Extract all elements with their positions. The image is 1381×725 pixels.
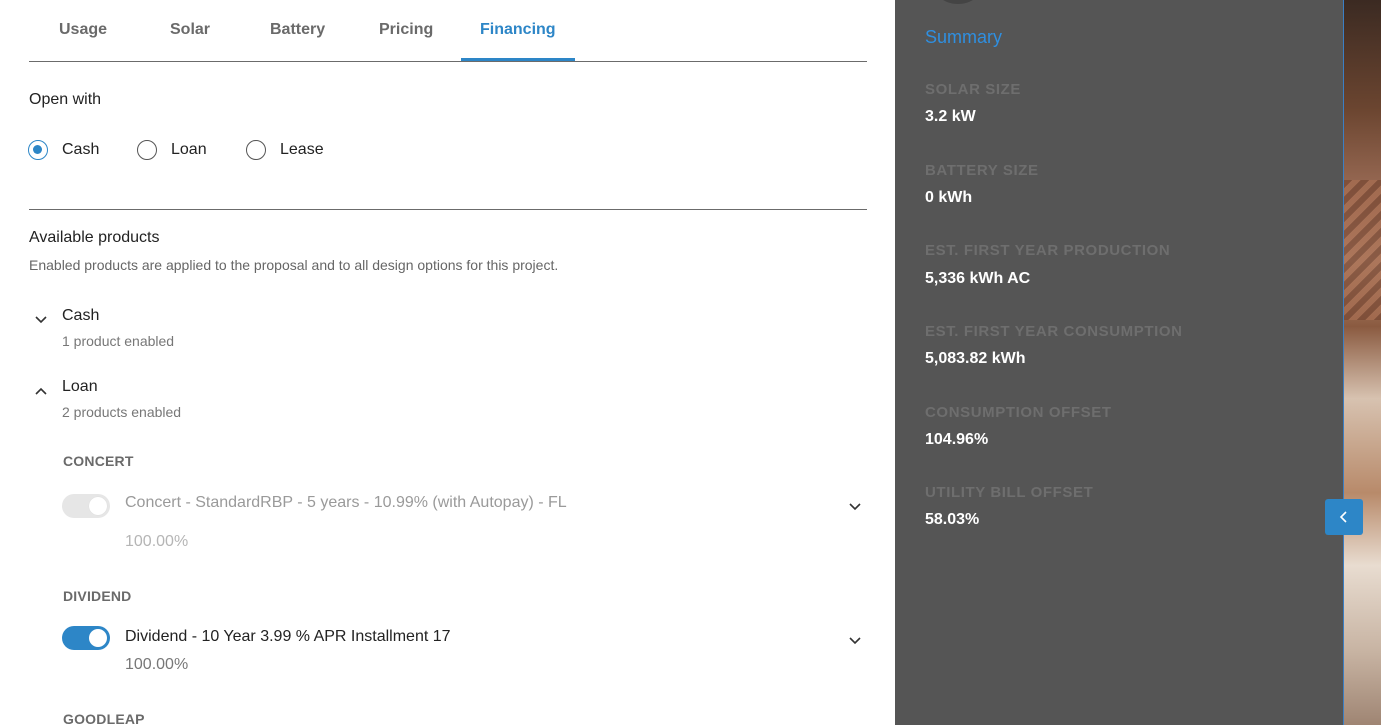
section-divider [29, 209, 867, 210]
provider-dividend-heading: DIVIDEND [63, 588, 132, 604]
available-products-subtitle: Enabled products are applied to the prop… [29, 257, 559, 273]
summary-label-bill-offset: UTILITY BILL OFFSET [925, 484, 1094, 501]
chevron-up-icon[interactable] [34, 384, 48, 398]
group-cash-label[interactable]: Cash [62, 307, 99, 325]
radio-cash-label[interactable]: Cash [62, 141, 99, 159]
radio-loan-indicator[interactable] [137, 140, 157, 160]
concert-product-percent: 100.00% [125, 533, 189, 550]
group-loan-count: 2 products enabled [62, 404, 182, 420]
summary-label-solar-size: SOLAR SIZE [925, 81, 1022, 98]
radio-cash-indicator[interactable] [28, 140, 48, 160]
summary-label-battery-size: BATTERY SIZE [925, 162, 1039, 179]
tab-usage[interactable]: Usage [59, 21, 107, 39]
summary-value-solar-size: 3.2 kW [925, 108, 976, 125]
dividend-product-percent: 100.00% [125, 656, 189, 673]
summary-label-production: EST. FIRST YEAR PRODUCTION [925, 242, 1171, 259]
radio-loan[interactable]: Loan [137, 140, 207, 160]
roof-texture [1344, 180, 1381, 320]
avatar [928, 0, 988, 4]
summary-value-bill-offset: 58.03% [925, 511, 980, 528]
radio-loan-label[interactable]: Loan [171, 141, 207, 159]
chevron-down-icon[interactable] [847, 498, 863, 514]
active-tab-indicator [461, 58, 575, 61]
summary-label-consumption: EST. FIRST YEAR CONSUMPTION [925, 323, 1183, 340]
chevron-down-icon[interactable] [847, 632, 863, 648]
radio-cash[interactable]: Cash [28, 140, 99, 160]
tab-pricing[interactable]: Pricing [379, 21, 433, 39]
concert-product-name: Concert - StandardRBP - 5 years - 10.99%… [125, 494, 567, 511]
toggle-knob [89, 629, 107, 647]
summary-value-consumption-offset: 104.96% [925, 431, 989, 448]
radio-lease-label[interactable]: Lease [280, 141, 324, 159]
concert-product-toggle[interactable] [62, 494, 110, 518]
tab-solar[interactable]: Solar [170, 21, 210, 39]
provider-goodleap-heading: GOODLEAP [63, 711, 145, 725]
radio-lease[interactable]: Lease [246, 140, 324, 160]
summary-label-consumption-offset: CONSUMPTION OFFSET [925, 404, 1112, 421]
group-cash-count: 1 product enabled [62, 333, 175, 349]
chevron-down-icon[interactable] [34, 313, 48, 327]
summary-panel: Summary SOLAR SIZE 3.2 kW BATTERY SIZE 0… [895, 0, 1344, 725]
financing-panel: Usage Solar Battery Pricing Financing Op… [0, 0, 895, 725]
radio-lease-indicator[interactable] [246, 140, 266, 160]
collapse-summary-button[interactable] [1325, 499, 1363, 535]
summary-value-battery-size: 0 kWh [925, 189, 973, 206]
chevron-left-icon [1339, 511, 1347, 523]
dividend-product-name: Dividend - 10 Year 3.99 % APR Installmen… [125, 628, 451, 645]
summary-title: Summary [925, 27, 1003, 47]
tab-battery[interactable]: Battery [270, 21, 325, 39]
summary-value-consumption: 5,083.82 kWh [925, 350, 1026, 367]
provider-concert-heading: CONCERT [63, 453, 134, 469]
available-products-title: Available products [29, 229, 160, 246]
tab-financing[interactable]: Financing [480, 21, 556, 39]
tab-bar: Usage Solar Battery Pricing Financing [29, 0, 867, 62]
group-loan-label[interactable]: Loan [62, 378, 98, 396]
dividend-product-toggle[interactable] [62, 626, 110, 650]
open-with-title: Open with [29, 91, 102, 108]
summary-value-production: 5,336 kWh AC [925, 270, 1031, 287]
toggle-knob [89, 497, 107, 515]
house-photo [1344, 0, 1381, 725]
